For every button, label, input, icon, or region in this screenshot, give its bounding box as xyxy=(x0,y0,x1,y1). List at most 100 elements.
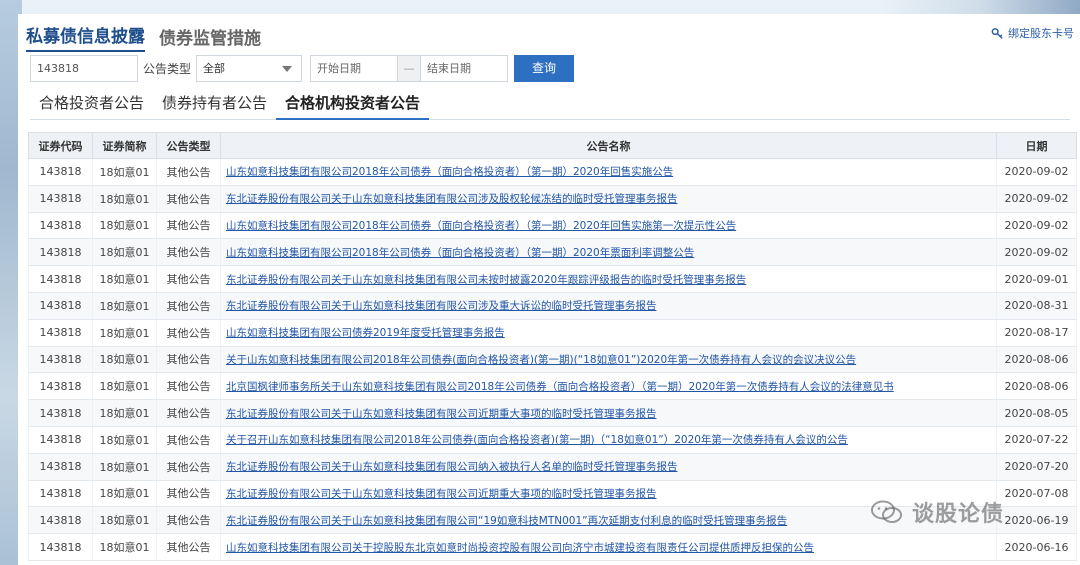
cell-announcement-title: 北京国枫律师事务所关于山东如意科技集团有限公司2018年公司债券（面向合格投资者… xyxy=(220,372,997,401)
tab-qualified-institutional-investor[interactable]: 合格机构投资者公告 xyxy=(276,92,430,120)
tab-private-bond-disclosure[interactable]: 私募债信息披露 xyxy=(26,22,145,52)
end-date-input[interactable]: 结束日期 xyxy=(420,54,509,82)
table-row: 143818 18如意01 其他公告 山东如意科技集团有限公司2018年公司债券（面向… xyxy=(28,158,1077,186)
cell-date: 2020-08-06 xyxy=(996,372,1077,401)
cell-security-code: 143818 xyxy=(28,158,93,186)
header-security-short-name: 证券简称 xyxy=(92,132,157,159)
query-button[interactable]: 查询 xyxy=(514,54,575,82)
cell-security-short-name: 18如意01 xyxy=(92,185,157,213)
header-announcement-type: 公告类型 xyxy=(156,132,221,159)
announcement-link[interactable]: 北京国枫律师事务所关于山东如意科技集团有限公司2018年公司债券（面向合格投资者… xyxy=(226,381,894,393)
header-security-code: 证券代码 xyxy=(28,132,93,159)
announcement-link[interactable]: 山东如意科技集团有限公司债券2019年度受托管理事务报告 xyxy=(226,327,505,339)
cell-date: 2020-09-01 xyxy=(996,265,1077,293)
cell-announcement-title: 关于山东如意科技集团有限公司2018年公司债券(面向合格投资者)(第一期)(“1… xyxy=(220,346,997,374)
cell-security-short-name: 18如意01 xyxy=(92,480,157,508)
cell-date: 2020-08-05 xyxy=(996,399,1077,427)
table-row: 143818 18如意01 其他公告 北京国枫律师事务所关于山东如意科技集团有限公司2… xyxy=(28,372,1077,401)
bind-card-link[interactable]: 绑定股东卡号 xyxy=(991,25,1074,41)
tab-bondholder[interactable]: 债券持有者公告 xyxy=(153,92,276,120)
cell-date: 2020-09-02 xyxy=(996,212,1077,240)
security-code-input[interactable]: 143818 xyxy=(30,54,138,82)
cell-announcement-type: 其他公告 xyxy=(156,158,221,186)
cell-security-short-name: 18如意01 xyxy=(92,399,157,427)
main-panel: 私募债信息披露 债券监管措施 绑定股东卡号 143818 公告类型 全部 开始日… xyxy=(18,14,1080,565)
table-row: 143818 18如意01 其他公告 东北证券股份有限公司关于山东如意科技集团有限公司… xyxy=(28,185,1077,213)
cell-security-code: 143818 xyxy=(28,238,93,267)
announcement-link[interactable]: 东北证券股份有限公司关于山东如意科技集团有限公司近期重大事项的临时受托管理事务报… xyxy=(226,488,657,500)
header-announcement-title: 公告名称 xyxy=(220,132,997,159)
cell-security-short-name: 18如意01 xyxy=(92,319,157,347)
cell-security-short-name: 18如意01 xyxy=(92,506,157,535)
cell-security-code: 143818 xyxy=(28,212,93,240)
start-date-input[interactable]: 开始日期 xyxy=(310,54,399,82)
announcement-type-select[interactable]: 全部 xyxy=(196,54,303,82)
cell-announcement-type: 其他公告 xyxy=(156,480,221,508)
cell-security-code: 143818 xyxy=(28,453,93,481)
cell-date: 2020-09-02 xyxy=(996,185,1077,213)
cell-announcement-title: 东北证券股份有限公司关于山东如意科技集团有限公司纳入被执行人名单的临时受托管理事… xyxy=(220,453,997,481)
cell-announcement-title: 东北证券股份有限公司关于山东如意科技集团有限公司涉及重大诉讼的临时受托管理事务报… xyxy=(220,292,997,320)
cell-announcement-type: 其他公告 xyxy=(156,185,221,213)
cell-security-short-name: 18如意01 xyxy=(92,292,157,320)
watermark: 谈股论债 xyxy=(870,496,1004,528)
announcement-link[interactable]: 东北证券股份有限公司关于山东如意科技集团有限公司“19如意科技MTN001”再次… xyxy=(226,515,787,527)
announcement-link[interactable]: 东北证券股份有限公司关于山东如意科技集团有限公司纳入被执行人名单的临时受托管理事… xyxy=(226,461,678,473)
chevron-down-icon xyxy=(282,65,293,72)
table-row: 143818 18如意01 其他公告 东北证券股份有限公司关于山东如意科技集团有限公司… xyxy=(28,292,1077,320)
cell-date: 2020-06-16 xyxy=(996,533,1077,561)
cell-announcement-title: 山东如意科技集团有限公司2018年公司债券（面向合格投资者）（第一期）2020年… xyxy=(220,158,997,186)
filter-row: 143818 公告类型 全部 开始日期 — 结束日期 查询 xyxy=(30,54,575,82)
table-row: 143818 18如意01 其他公告 东北证券股份有限公司关于山东如意科技集团有限公司… xyxy=(28,399,1077,427)
cell-security-short-name: 18如意01 xyxy=(92,533,157,561)
cell-announcement-type: 其他公告 xyxy=(156,399,221,427)
cell-announcement-type: 其他公告 xyxy=(156,238,221,267)
cell-announcement-type: 其他公告 xyxy=(156,265,221,293)
announcement-link[interactable]: 关于山东如意科技集团有限公司2018年公司债券(面向合格投资者)(第一期)(“1… xyxy=(226,354,856,366)
cell-announcement-type: 其他公告 xyxy=(156,319,221,347)
cell-announcement-title: 东北证券股份有限公司关于山东如意科技集团有限公司近期重大事项的临时受托管理事务报… xyxy=(220,399,997,427)
cell-announcement-title: 东北证券股份有限公司关于山东如意科技集团有限公司涉及股权轮候冻结的临时受托管理事… xyxy=(220,185,997,213)
cell-date: 2020-08-06 xyxy=(996,346,1077,374)
date-range-separator: — xyxy=(398,54,421,82)
announcement-link[interactable]: 山东如意科技集团有限公司关于控股股东北京如意时尚投资控股有限公司向济宁市城建投资… xyxy=(226,542,814,554)
announcement-link[interactable]: 山东如意科技集团有限公司2018年公司债券（面向合格投资者）（第一期）2020年… xyxy=(226,166,673,178)
wechat-icon xyxy=(871,500,902,523)
table-row: 143818 18如意01 其他公告 山东如意科技集团有限公司2018年公司债券（面向… xyxy=(28,212,1077,240)
cell-security-short-name: 18如意01 xyxy=(92,238,157,267)
cell-security-short-name: 18如意01 xyxy=(92,346,157,374)
cell-announcement-type: 其他公告 xyxy=(156,506,221,535)
tab-bond-supervision[interactable]: 债券监管措施 xyxy=(159,24,261,52)
watermark-text: 谈股论债 xyxy=(912,502,1005,527)
announcement-type-label: 公告类型 xyxy=(143,61,192,76)
cell-date: 2020-09-02 xyxy=(996,238,1077,267)
cell-date: 2020-08-17 xyxy=(996,319,1077,347)
announcement-link[interactable]: 东北证券股份有限公司关于山东如意科技集团有限公司涉及股权轮候冻结的临时受托管理事… xyxy=(226,193,678,205)
cell-date: 2020-07-08 xyxy=(996,480,1077,508)
announcement-link[interactable]: 关于召开山东如意科技集团有限公司2018年公司债券(面向合格投资者)(第一期)（… xyxy=(226,434,848,446)
cell-date: 2020-08-31 xyxy=(996,292,1077,320)
cell-announcement-type: 其他公告 xyxy=(156,453,221,481)
cell-security-short-name: 18如意01 xyxy=(92,212,157,240)
tab-qualified-investor[interactable]: 合格投资者公告 xyxy=(30,92,153,120)
announcement-link[interactable]: 山东如意科技集团有限公司2018年公司债券（面向合格投资者）（第一期）2020年… xyxy=(226,220,736,232)
table-row: 143818 18如意01 其他公告 山东如意科技集团有限公司关于控股股东北京如意时尚… xyxy=(28,533,1077,561)
cell-security-short-name: 18如意01 xyxy=(92,426,157,454)
key-icon xyxy=(991,27,1003,39)
cell-announcement-type: 其他公告 xyxy=(156,346,221,374)
announcement-link[interactable]: 东北证券股份有限公司关于山东如意科技集团有限公司近期重大事项的临时受托管理事务报… xyxy=(226,408,657,420)
cell-security-code: 143818 xyxy=(28,426,93,454)
announcement-link[interactable]: 东北证券股份有限公司关于山东如意科技集团有限公司涉及重大诉讼的临时受托管理事务报… xyxy=(226,300,657,312)
cell-security-code: 143818 xyxy=(28,399,93,427)
cell-announcement-type: 其他公告 xyxy=(156,212,221,240)
announcement-type-value: 全部 xyxy=(203,61,226,75)
announcement-link[interactable]: 山东如意科技集团有限公司2018年公司债券（面向合格投资者）（第一期）2020年… xyxy=(226,247,694,259)
cell-security-short-name: 18如意01 xyxy=(92,265,157,293)
announcement-link[interactable]: 东北证券股份有限公司关于山东如意科技集团有限公司未按时披露2020年跟踪评级报告… xyxy=(226,274,746,286)
cell-announcement-title: 关于召开山东如意科技集团有限公司2018年公司债券(面向合格投资者)(第一期)（… xyxy=(220,426,997,454)
bind-card-label: 绑定股东卡号 xyxy=(1008,27,1074,40)
cell-announcement-title: 山东如意科技集团有限公司2018年公司债券（面向合格投资者）（第一期）2020年… xyxy=(220,238,997,267)
cell-announcement-title: 山东如意科技集团有限公司债券2019年度受托管理事务报告 xyxy=(220,319,997,347)
table-row: 143818 18如意01 其他公告 东北证券股份有限公司关于山东如意科技集团有限公司… xyxy=(28,453,1077,481)
cell-announcement-type: 其他公告 xyxy=(156,292,221,320)
